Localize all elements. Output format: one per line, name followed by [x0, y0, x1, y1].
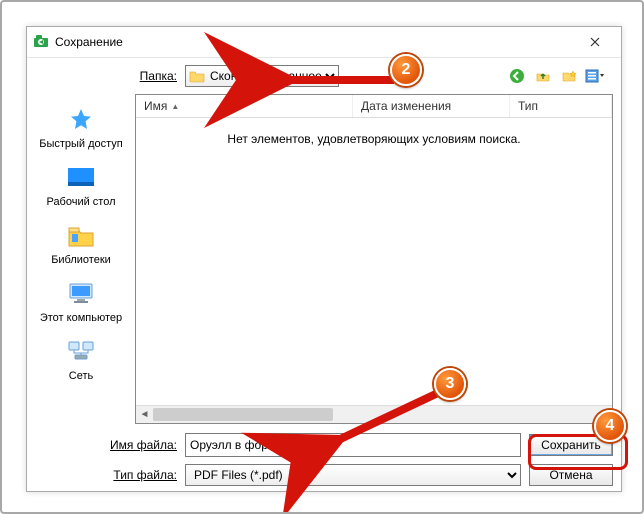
save-dialog: Сохранение Папка: Сконвертированное [26, 26, 622, 492]
place-network[interactable]: Сеть [33, 332, 129, 386]
star-icon [65, 104, 97, 136]
file-list[interactable]: Имя ▲ Дата изменения Тип Нет элементов, … [135, 94, 613, 424]
folder-row: Папка: Сконвертированное [27, 58, 621, 94]
place-desktop[interactable]: Рабочий стол [33, 158, 129, 212]
horizontal-scrollbar[interactable]: ◄ ► [136, 405, 612, 423]
column-type[interactable]: Тип [510, 95, 612, 117]
new-folder-button[interactable] [559, 66, 579, 86]
column-headers: Имя ▲ Дата изменения Тип [136, 95, 612, 118]
scroll-right-arrow[interactable]: ► [595, 406, 612, 423]
place-label: Рабочий стол [46, 196, 115, 208]
column-name[interactable]: Имя ▲ [136, 95, 353, 117]
filename-label: Имя файла: [27, 438, 185, 452]
column-date[interactable]: Дата изменения [353, 95, 510, 117]
place-label: Сеть [69, 370, 93, 382]
bottom-panel: Имя файла: Сохранить Тип файла: PDF File… [27, 424, 621, 496]
window-title: Сохранение [55, 35, 575, 49]
folder-select[interactable]: Сконвертированное [185, 65, 339, 87]
up-button[interactable] [533, 66, 553, 86]
view-menu-button[interactable] [585, 66, 605, 86]
cancel-button[interactable]: Отмена [529, 464, 613, 486]
back-button[interactable] [507, 66, 527, 86]
place-this-pc[interactable]: Этот компьютер [33, 274, 129, 328]
place-quick-access[interactable]: Быстрый доступ [33, 100, 129, 154]
places-bar: Быстрый доступ Рабочий стол Библиотеки Э… [27, 94, 135, 424]
sort-asc-icon: ▲ [171, 102, 179, 111]
filename-input[interactable] [185, 433, 521, 457]
scroll-thumb[interactable] [153, 408, 333, 421]
desktop-icon [65, 162, 97, 194]
libraries-icon [65, 220, 97, 252]
place-label: Быстрый доступ [39, 138, 123, 150]
titlebar: Сохранение [27, 27, 621, 58]
filetype-select[interactable]: PDF Files (*.pdf) [185, 464, 521, 486]
place-label: Библиотеки [51, 254, 111, 266]
network-icon [65, 336, 97, 368]
pc-icon [65, 278, 97, 310]
close-button[interactable] [575, 27, 615, 57]
app-icon [33, 34, 49, 50]
place-label: Этот компьютер [40, 312, 122, 324]
empty-message: Нет элементов, удовлетворяющих условиям … [136, 118, 612, 405]
filetype-label: Тип файла: [27, 468, 185, 482]
save-button[interactable]: Сохранить [529, 434, 613, 456]
scroll-left-arrow[interactable]: ◄ [136, 406, 153, 423]
place-libraries[interactable]: Библиотеки [33, 216, 129, 270]
folder-toolbar [507, 66, 613, 86]
folder-label: Папка: [27, 69, 185, 83]
